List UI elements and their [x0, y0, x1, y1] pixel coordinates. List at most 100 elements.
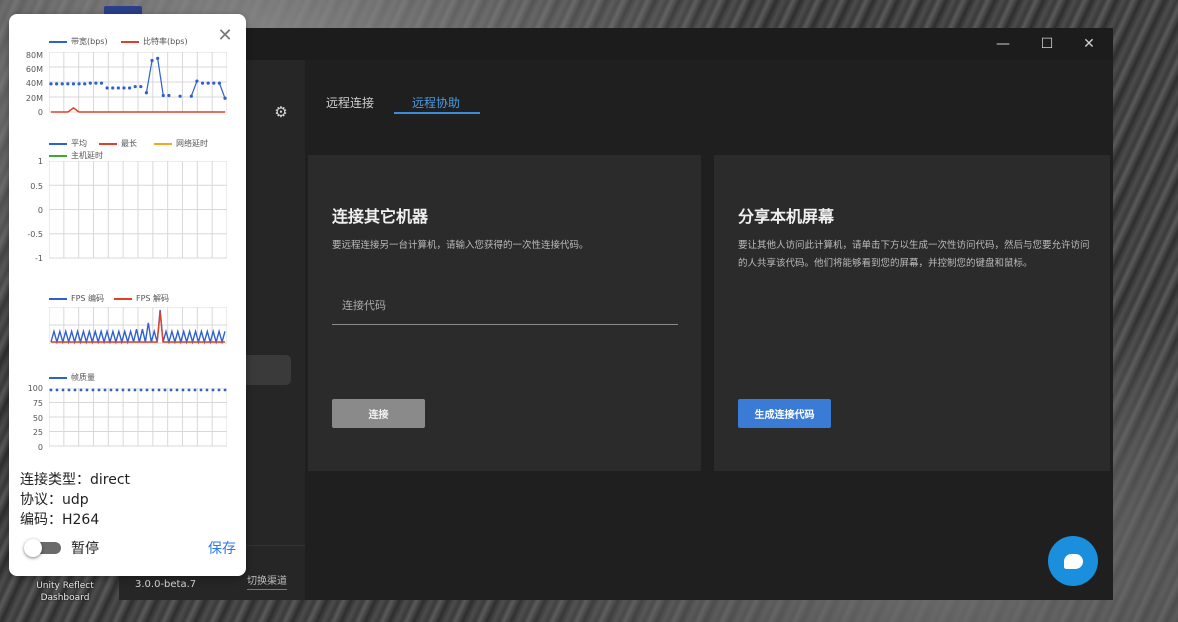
y-tick-label: 0.5	[30, 182, 43, 191]
bandwidth-point	[200, 81, 205, 85]
legend-swatch	[49, 40, 67, 43]
legend-swatch	[49, 142, 67, 145]
connect-card-description: 要远程连接另一台计算机，请输入您获得的一次性连接代码。	[332, 240, 589, 251]
frame-quality-point	[163, 388, 167, 392]
close-panel-button[interactable]: ✕	[214, 24, 236, 46]
bandwidth-point	[167, 93, 171, 98]
legend-longest: 最长	[99, 138, 137, 149]
y-tick-label: -1	[35, 254, 43, 263]
minimize-icon: —	[996, 36, 1010, 52]
frame-quality-chart	[49, 388, 227, 447]
frame-quality-point	[211, 388, 215, 392]
active-tab-indicator	[394, 112, 480, 114]
bandwidth-point	[139, 84, 143, 89]
bandwidth-point	[77, 82, 81, 86]
maximize-button[interactable]: ☐	[1025, 28, 1069, 60]
chat-bubble-icon	[1063, 553, 1083, 569]
legend-swatch	[49, 376, 67, 379]
bandwidth-point	[99, 81, 104, 85]
frame-quality-point	[145, 388, 149, 392]
share-card-description: 要让其他人访问此计算机，请单击下方以生成一次性访问代码，然后与您要允许访问的人共…	[738, 240, 1090, 269]
chat-button[interactable]	[1048, 536, 1098, 586]
main-content: 远程连接 远程协助 连接其它机器 要远程连接另一台计算机，请输入您获得的一次性连…	[305, 60, 1113, 600]
settings-button[interactable]: ⚙	[269, 100, 293, 124]
frame-quality-point	[55, 388, 59, 392]
y-tick-label: 80M	[25, 51, 43, 60]
legend-network-latency: 网络延时	[154, 138, 208, 149]
frame-quality-point	[217, 388, 221, 392]
legend-swatch	[49, 297, 67, 300]
bandwidth-point	[66, 82, 70, 86]
desktop-shortcut-label[interactable]: Unity Reflect Dashboard	[34, 580, 96, 604]
protocol-label: 协议：udp	[20, 492, 89, 508]
legend-swatch	[121, 40, 139, 43]
maximize-icon: ☐	[1040, 36, 1054, 52]
legend-host-latency: 主机延时	[49, 150, 103, 161]
gear-icon: ⚙	[274, 103, 288, 121]
pause-toggle-knob[interactable]	[24, 539, 42, 557]
bandwidth-point	[49, 82, 53, 86]
bandwidth-point	[94, 81, 98, 85]
connect-card-title: 连接其它机器	[332, 207, 429, 226]
frame-quality-point	[205, 388, 209, 392]
bandwidth-point	[116, 86, 120, 90]
tab-remote-assist[interactable]: 远程协助	[412, 94, 460, 111]
frame-quality-point	[169, 388, 173, 392]
frame-quality-point	[175, 388, 179, 392]
bandwidth-point	[127, 86, 132, 90]
frame-quality-point	[157, 388, 161, 392]
bandwidth-point	[71, 82, 76, 86]
save-button[interactable]: 保存	[208, 538, 236, 558]
frame-quality-point	[199, 388, 203, 392]
y-tick-label: 100	[27, 384, 43, 393]
legend-fps-decode: FPS 解码	[114, 293, 169, 304]
legend-swatch	[114, 297, 132, 300]
close-window-button[interactable]: ✕	[1067, 28, 1111, 60]
latency-chart	[49, 161, 227, 259]
connection-code-input[interactable]	[332, 287, 678, 325]
share-card: 分享本机屏幕 要让其他人访问此计算机，请单击下方以生成一次性访问代码，然后与您要…	[714, 155, 1110, 471]
tab-remote-connect[interactable]: 远程连接	[326, 94, 374, 111]
frame-quality-point	[151, 388, 155, 392]
bandwidth-point	[83, 82, 87, 86]
minimize-button[interactable]: —	[981, 28, 1025, 60]
frame-quality-point	[133, 388, 137, 392]
frame-quality-point	[67, 388, 71, 392]
bandwidth-point	[105, 86, 109, 90]
bandwidth-chart	[49, 52, 227, 113]
y-tick-label: -0.5	[27, 230, 43, 239]
legend-swatch	[99, 142, 117, 145]
title-bar[interactable]: — ☐ ✕	[119, 28, 1113, 60]
y-tick-label: 20M	[25, 94, 43, 103]
frame-quality-point	[103, 388, 107, 392]
y-tick-label: 40M	[25, 79, 43, 88]
frame-quality-point	[139, 388, 143, 392]
y-tick-label: 0	[37, 206, 43, 215]
version-label: 3.0.0-beta.7	[135, 579, 197, 590]
frame-quality-point	[85, 388, 89, 392]
legend-swatch	[154, 142, 172, 145]
legend-bandwidth: 带宽(bps)	[49, 36, 108, 47]
app-window: — ☐ ✕ ⚙ 3.0.0-beta.7 切换渠道 远程连接 远程协助 连接其它…	[119, 28, 1113, 600]
connection-type-label: 连接类型：direct	[20, 472, 131, 488]
y-tick-label: 50	[32, 414, 43, 423]
legend-fps-encode: FPS 编码	[49, 293, 104, 304]
connect-button[interactable]: 连接	[332, 399, 425, 428]
y-tick-label: 25	[32, 428, 43, 437]
frame-quality-point	[115, 388, 119, 392]
legend-swatch	[49, 154, 67, 157]
frame-quality-point	[121, 388, 125, 392]
y-tick-label: 0	[37, 108, 43, 117]
bandwidth-segment	[190, 80, 198, 97]
switch-channel-link[interactable]: 切换渠道	[247, 572, 287, 590]
share-card-title: 分享本机屏幕	[738, 207, 835, 226]
bandwidth-point	[60, 82, 64, 86]
connect-card: 连接其它机器 要远程连接另一台计算机，请输入您获得的一次性连接代码。 连接	[308, 155, 701, 471]
y-tick-label: 75	[32, 399, 43, 408]
stats-panel: ✕ 带宽(bps) 比特率(bps) 80M 60M 40M 20M 0 平均 …	[9, 14, 246, 576]
sidebar-item-selected[interactable]	[239, 355, 291, 385]
y-tick-label: 60M	[25, 65, 43, 74]
bandwidth-point	[111, 86, 115, 90]
frame-quality-point	[49, 388, 53, 392]
generate-code-button[interactable]: 生成连接代码	[738, 399, 831, 428]
